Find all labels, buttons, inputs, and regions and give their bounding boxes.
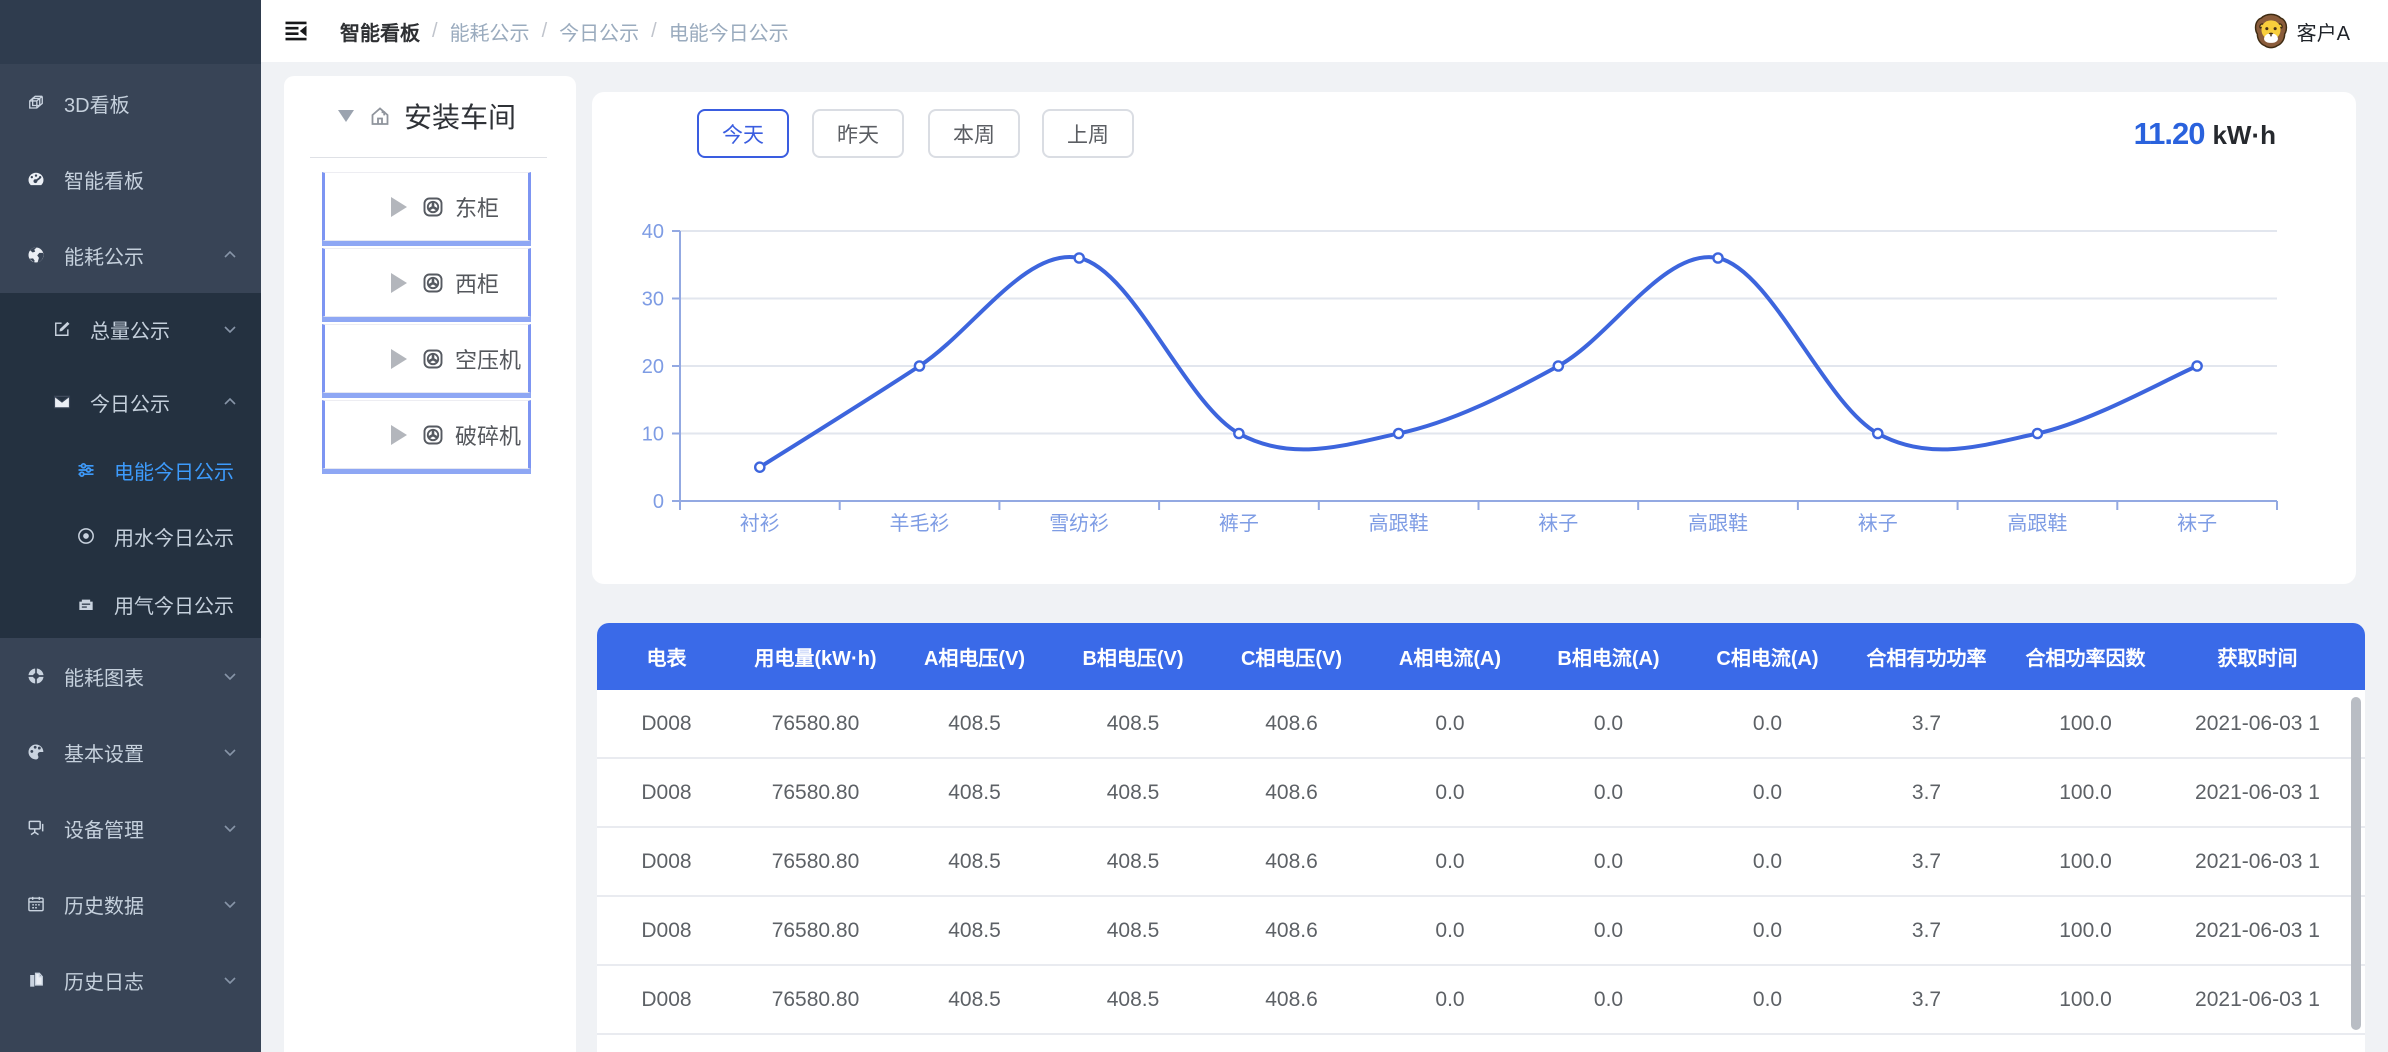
svg-text:袜子: 袜子 bbox=[2177, 512, 2217, 535]
svg-text:高跟鞋: 高跟鞋 bbox=[1369, 512, 1429, 535]
svg-text:10: 10 bbox=[642, 424, 664, 446]
svg-text:40: 40 bbox=[642, 221, 664, 243]
svg-text:羊毛衫: 羊毛衫 bbox=[890, 512, 950, 535]
svg-text:衬衫: 衬衫 bbox=[740, 512, 780, 535]
svg-text:30: 30 bbox=[642, 289, 664, 311]
svg-text:0: 0 bbox=[653, 491, 664, 513]
svg-text:高跟鞋: 高跟鞋 bbox=[2007, 512, 2067, 535]
svg-text:20: 20 bbox=[642, 356, 664, 378]
svg-text:雪纺衫: 雪纺衫 bbox=[1049, 512, 1109, 535]
svg-text:袜子: 袜子 bbox=[1858, 512, 1898, 535]
svg-text:裤子: 裤子 bbox=[1219, 512, 1259, 535]
svg-text:高跟鞋: 高跟鞋 bbox=[1688, 512, 1748, 535]
svg-text:袜子: 袜子 bbox=[1538, 512, 1578, 535]
